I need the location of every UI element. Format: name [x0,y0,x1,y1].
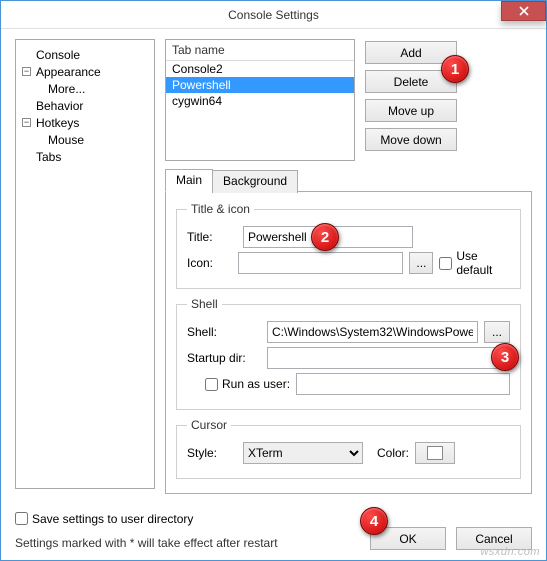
callout-2: 2 [311,223,339,251]
window: Console Settings Console −Appearance Mor… [0,0,547,561]
tab-control: Main Background Title & icon Title: Icon… [165,169,532,494]
shell-label: Shell: [187,325,261,339]
move-down-button[interactable]: Move down [365,128,457,151]
save-settings-check[interactable] [15,512,28,525]
list-item[interactable]: Console2 [166,61,354,77]
startup-dir-input[interactable] [267,347,510,369]
close-icon [519,6,529,16]
cursor-color-button[interactable] [415,442,455,464]
tab-main[interactable]: Main [165,169,213,192]
cursor-style-label: Style: [187,446,237,460]
tab-background[interactable]: Background [212,170,298,193]
tab-name-list[interactable]: Tab name Console2 Powershell cygwin64 [165,39,355,161]
tree-item-more[interactable]: More... [18,80,152,97]
run-as-user-checkbox[interactable]: Run as user: [205,377,290,391]
collapse-icon[interactable]: − [22,118,31,127]
collapse-icon[interactable]: − [22,67,31,76]
group-shell: Shell Shell: ... Startup dir: [176,297,521,410]
list-item[interactable]: Powershell [166,77,354,93]
tree-item-appearance[interactable]: −Appearance [18,63,152,80]
callout-4: 4 [360,507,388,535]
close-button[interactable] [501,1,546,21]
tree-item-behavior[interactable]: Behavior [18,97,152,114]
run-as-user-input[interactable] [296,373,510,395]
icon-browse-button[interactable]: ... [409,252,433,274]
save-settings-checkbox[interactable]: Save settings to user directory [15,512,193,526]
tree-item-mouse[interactable]: Mouse [18,131,152,148]
list-item[interactable]: cygwin64 [166,93,354,109]
tree-item-tabs[interactable]: Tabs [18,148,152,165]
color-preview [427,446,443,460]
group-title-icon: Title & icon Title: Icon: ... [176,202,521,289]
icon-label: Icon: [187,256,232,270]
dialog-body: Console −Appearance More... Behavior −Ho… [1,29,546,560]
dialog-footer: Save settings to user directory Settings… [15,504,532,551]
title-label: Title: [187,230,237,244]
tab-panel-main: Title & icon Title: Icon: ... [165,191,532,494]
group-cursor: Cursor Style: XTerm Color: [176,418,521,479]
nav-tree[interactable]: Console −Appearance More... Behavior −Ho… [15,39,155,489]
tree-item-console[interactable]: Console [18,46,152,63]
group-legend: Cursor [187,418,231,432]
window-title: Console Settings [228,8,319,22]
icon-input[interactable] [238,252,403,274]
tab-list-header: Tab name [166,40,354,60]
callout-3: 3 [491,343,519,371]
use-default-check[interactable] [439,257,452,270]
group-legend: Shell [187,297,222,311]
use-default-checkbox[interactable]: Use default [439,249,510,277]
callout-1: 1 [441,55,469,83]
move-up-button[interactable]: Move up [365,99,457,122]
cursor-color-label: Color: [377,446,409,460]
shell-input[interactable] [267,321,478,343]
group-legend: Title & icon [187,202,254,216]
title-bar: Console Settings [1,1,546,29]
cancel-button[interactable]: Cancel [456,527,532,550]
startup-dir-label: Startup dir: [187,351,261,365]
shell-browse-button[interactable]: ... [484,321,510,343]
run-as-user-check[interactable] [205,378,218,391]
tree-item-hotkeys[interactable]: −Hotkeys [18,114,152,131]
cursor-style-select[interactable]: XTerm [243,442,363,464]
